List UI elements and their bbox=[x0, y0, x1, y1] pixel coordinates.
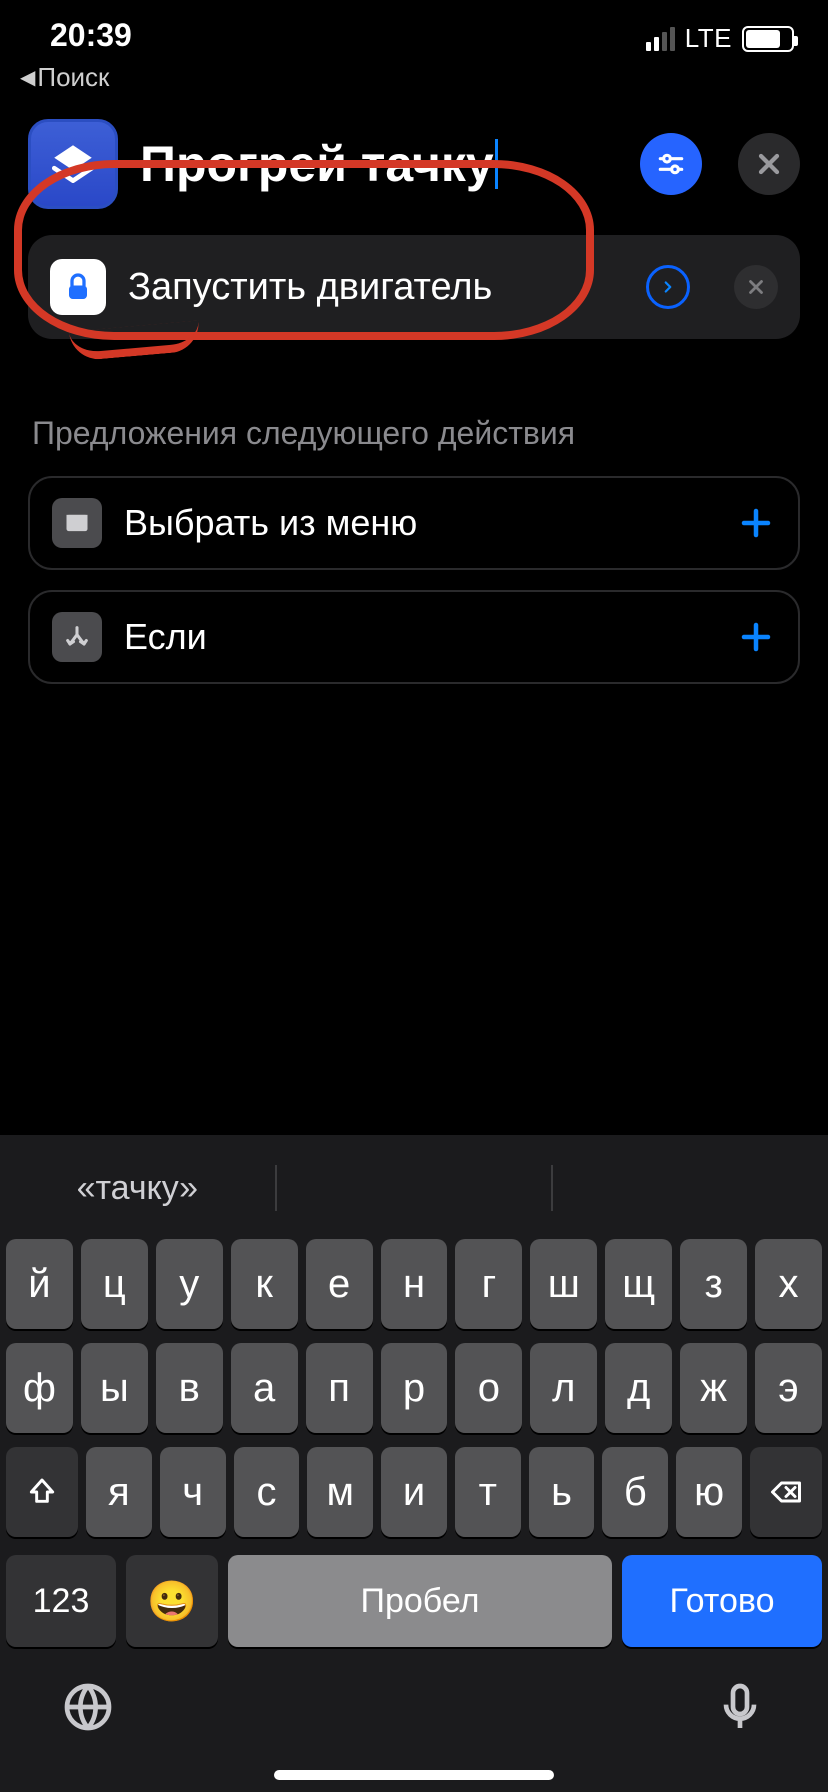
status-right: LTE bbox=[646, 23, 794, 54]
key-ш[interactable]: ш bbox=[530, 1239, 597, 1329]
key-я[interactable]: я bbox=[86, 1447, 152, 1537]
close-button[interactable] bbox=[738, 133, 800, 195]
menu-icon bbox=[52, 498, 102, 548]
done-key[interactable]: Готово bbox=[622, 1555, 822, 1647]
delete-key[interactable] bbox=[750, 1447, 822, 1537]
key-ю[interactable]: ю bbox=[676, 1447, 742, 1537]
action-app-icon bbox=[50, 259, 106, 315]
key-ч[interactable]: ч bbox=[160, 1447, 226, 1537]
key-в[interactable]: в bbox=[156, 1343, 223, 1433]
shortcut-title-text: Прогрей тачку bbox=[140, 136, 494, 192]
key-о[interactable]: о bbox=[455, 1343, 522, 1433]
key-щ[interactable]: щ bbox=[605, 1239, 672, 1329]
key-м[interactable]: м bbox=[307, 1447, 373, 1537]
key-н[interactable]: н bbox=[381, 1239, 448, 1329]
keyboard-row-1: йцукенгшщзх bbox=[6, 1239, 822, 1329]
action-expand-button[interactable] bbox=[646, 265, 690, 309]
battery-icon bbox=[742, 26, 794, 52]
numbers-key[interactable]: 123 bbox=[6, 1555, 116, 1647]
key-й[interactable]: й bbox=[6, 1239, 73, 1329]
action-label: Запустить двигатель bbox=[128, 266, 624, 309]
keyboard-footer bbox=[0, 1661, 828, 1770]
suggestions-title: Предложения следующего действия bbox=[32, 415, 796, 452]
network-label: LTE bbox=[685, 23, 732, 54]
shortcut-settings-button[interactable] bbox=[640, 133, 702, 195]
home-indicator[interactable] bbox=[274, 1770, 554, 1780]
content-area: Запустить двигатель Предложения следующе… bbox=[0, 229, 828, 1135]
key-д[interactable]: д bbox=[605, 1343, 672, 1433]
divider bbox=[551, 1165, 553, 1211]
status-bar: 20:39 LTE bbox=[0, 0, 828, 54]
key-ц[interactable]: ц bbox=[81, 1239, 148, 1329]
key-е[interactable]: е bbox=[306, 1239, 373, 1329]
back-label: Поиск bbox=[37, 62, 109, 93]
back-to-search[interactable]: ◀ Поиск bbox=[0, 54, 828, 93]
key-с[interactable]: с bbox=[234, 1447, 300, 1537]
add-suggestion-button[interactable] bbox=[736, 617, 776, 657]
divider bbox=[275, 1165, 277, 1211]
key-т[interactable]: т bbox=[455, 1447, 521, 1537]
keyboard-suggestion-bar: «тачку» bbox=[0, 1145, 828, 1231]
key-р[interactable]: р bbox=[381, 1343, 448, 1433]
key-ь[interactable]: ь bbox=[529, 1447, 595, 1537]
key-б[interactable]: б bbox=[602, 1447, 668, 1537]
key-з[interactable]: з bbox=[680, 1239, 747, 1329]
dictation-key[interactable] bbox=[712, 1679, 768, 1740]
key-л[interactable]: л bbox=[530, 1343, 597, 1433]
shift-key[interactable] bbox=[6, 1447, 78, 1537]
branch-icon bbox=[52, 612, 102, 662]
suggestion-label: Выбрать из меню bbox=[124, 502, 714, 544]
shortcut-app-icon[interactable] bbox=[28, 119, 118, 209]
cellular-signal-icon bbox=[646, 27, 675, 51]
keyboard-suggestion[interactable]: «тачку» bbox=[0, 1169, 275, 1208]
key-п[interactable]: п bbox=[306, 1343, 373, 1433]
back-chevron-icon: ◀ bbox=[20, 65, 35, 90]
keyboard-row-3: ячсмитьбю bbox=[6, 1447, 822, 1537]
shortcut-title-input[interactable]: Прогрей тачку bbox=[140, 135, 618, 193]
key-у[interactable]: у bbox=[156, 1239, 223, 1329]
action-start-engine[interactable]: Запустить двигатель bbox=[28, 235, 800, 339]
key-х[interactable]: х bbox=[755, 1239, 822, 1329]
keyboard-bottom-row: 123 😀 Пробел Готово bbox=[0, 1551, 828, 1661]
key-и[interactable]: и bbox=[381, 1447, 447, 1537]
key-а[interactable]: а bbox=[231, 1343, 298, 1433]
suggestion-label: Если bbox=[124, 616, 714, 658]
space-key[interactable]: Пробел bbox=[228, 1555, 612, 1647]
key-ф[interactable]: ф bbox=[6, 1343, 73, 1433]
keyboard: «тачку» йцукенгшщзх фывапролджэ ячсмитьб… bbox=[0, 1135, 828, 1792]
key-к[interactable]: к bbox=[231, 1239, 298, 1329]
add-suggestion-button[interactable] bbox=[736, 503, 776, 543]
globe-key[interactable] bbox=[60, 1679, 116, 1740]
action-remove-button[interactable] bbox=[734, 265, 778, 309]
status-time: 20:39 bbox=[50, 17, 132, 54]
text-cursor bbox=[495, 139, 498, 189]
key-г[interactable]: г bbox=[455, 1239, 522, 1329]
shortcut-header: Прогрей тачку bbox=[0, 93, 828, 229]
key-ж[interactable]: ж bbox=[680, 1343, 747, 1433]
key-ы[interactable]: ы bbox=[81, 1343, 148, 1433]
emoji-key[interactable]: 😀 bbox=[126, 1555, 218, 1647]
key-э[interactable]: э bbox=[755, 1343, 822, 1433]
suggestion-choose-from-menu[interactable]: Выбрать из меню bbox=[28, 476, 800, 570]
suggestion-if[interactable]: Если bbox=[28, 590, 800, 684]
keyboard-row-2: фывапролджэ bbox=[6, 1343, 822, 1433]
